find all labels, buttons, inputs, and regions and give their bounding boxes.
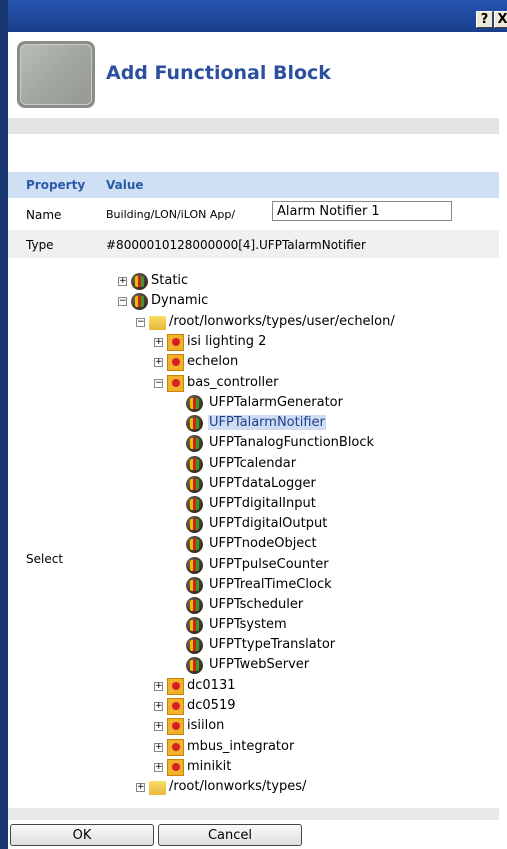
tree-leaf-label: UFPTscheduler (209, 597, 304, 612)
tree-leaf-label: UFPTsystem (209, 617, 287, 632)
tree-leaf-label: UFPTalarmGenerator (209, 395, 343, 410)
property-column-header: Property (26, 178, 86, 192)
tree-leaf-label: UFPTdigitalInput (209, 496, 316, 511)
type-label: Type (26, 238, 54, 252)
tree-node-label: /root/lonworks/types/user/echelon/ (169, 314, 395, 329)
collapse-toggle[interactable]: − (118, 297, 127, 306)
dialog-header: Add Functional Block (8, 32, 499, 114)
functional-type-icon (167, 718, 184, 735)
functional-type-icon (167, 334, 184, 351)
tree-node-label: isi lighting 2 (187, 334, 267, 349)
tree-node-label: echelon (187, 354, 239, 369)
name-prefix: Building/LON/iLON App/ (106, 208, 236, 221)
name-label: Name (26, 208, 62, 222)
value-column-header: Value (106, 178, 144, 192)
function-block-icon (186, 637, 203, 654)
functional-type-icon (167, 678, 184, 695)
function-block-icon (186, 577, 203, 594)
function-block-icon (186, 496, 203, 513)
functional-type-icon (167, 739, 184, 756)
cancel-button[interactable]: Cancel (158, 824, 302, 846)
select-row: Select + Static − Dynamic − /root/lonwor… (8, 258, 499, 808)
tree-node-label: minikit (187, 759, 232, 774)
function-block-icon (186, 476, 203, 493)
tree-leaf-label: UFPTwebServer (209, 657, 310, 672)
window-titlebar[interactable]: ? X (8, 0, 507, 32)
expand-toggle[interactable]: + (154, 358, 163, 367)
expand-toggle[interactable]: + (154, 338, 163, 347)
tree-node-label: dc0519 (187, 698, 236, 713)
expand-toggle[interactable]: + (118, 277, 127, 286)
tree-leaf-label: UFPTdataLogger (209, 476, 316, 491)
functional-type-icon (167, 759, 184, 776)
tree-leaf-label: UFPTtypeTranslator (209, 637, 336, 652)
function-block-icon (131, 293, 148, 310)
functional-type-icon (167, 698, 184, 715)
header-divider (8, 118, 499, 134)
property-table-header: Property Value (8, 172, 499, 198)
folder-icon (149, 316, 166, 330)
function-block-icon (186, 435, 203, 452)
dialog-content: Add Functional Block Property Value Name… (8, 32, 499, 849)
functional-type-icon (167, 375, 184, 392)
functional-type-icon (167, 354, 184, 371)
tree-leaf-label: UFPTpulseCounter (209, 557, 329, 572)
function-block-icon (186, 657, 203, 674)
collapse-toggle[interactable]: − (154, 379, 163, 388)
function-block-icon (186, 557, 203, 574)
function-block-icon (186, 597, 203, 614)
window-frame-right (499, 32, 507, 849)
select-label: Select (26, 552, 64, 566)
type-value: #8000010128000000[4].UFPTalarmNotifier (106, 238, 366, 252)
tree-leaf-label: UFPTalarmNotifier (208, 415, 326, 430)
tree-leaf-label: UFPTanalogFunctionBlock (209, 435, 375, 450)
expand-toggle[interactable]: + (154, 722, 163, 731)
window-frame-left (0, 0, 8, 849)
tree-node-label: isiilon (187, 718, 225, 733)
expand-toggle[interactable]: + (154, 682, 163, 691)
logo-icon (17, 41, 95, 108)
tree-leaf-label: UFPTcalendar (209, 456, 297, 471)
ok-button[interactable]: OK (10, 824, 154, 846)
tree-node-label: Dynamic (151, 293, 209, 308)
dialog-title: Add Functional Block (106, 62, 331, 84)
function-block-icon (186, 536, 203, 553)
function-block-icon (131, 273, 148, 290)
close-button[interactable]: X (494, 11, 507, 28)
tree-node-label: /root/lonworks/types/ (169, 779, 307, 794)
tree-node-label: bas_controller (187, 375, 279, 390)
folder-icon (149, 781, 166, 795)
tree-leaf-label: UFPTdigitalOutput (209, 516, 328, 531)
expand-toggle[interactable]: + (154, 743, 163, 752)
tree-node-label: dc0131 (187, 678, 236, 693)
function-block-icon (186, 456, 203, 473)
name-input[interactable] (272, 201, 452, 221)
expand-toggle[interactable]: + (154, 763, 163, 772)
help-button[interactable]: ? (476, 11, 493, 28)
tree-leaf-label: UFPTrealTimeClock (209, 577, 332, 592)
function-block-icon (186, 395, 203, 412)
function-block-icon (186, 415, 203, 432)
function-block-icon (186, 516, 203, 533)
function-block-icon (186, 617, 203, 634)
type-row: Type #8000010128000000[4].UFPTalarmNotif… (8, 230, 499, 258)
name-row: Name Building/LON/iLON App/ (8, 198, 499, 230)
expand-toggle[interactable]: + (136, 783, 145, 792)
tree-leaf-label: UFPTnodeObject (209, 536, 317, 551)
tree-node-label: Static (151, 273, 189, 288)
footer-divider (8, 808, 499, 820)
tree-node-label: mbus_integrator (187, 739, 295, 754)
collapse-toggle[interactable]: − (136, 318, 145, 327)
expand-toggle[interactable]: + (154, 702, 163, 711)
